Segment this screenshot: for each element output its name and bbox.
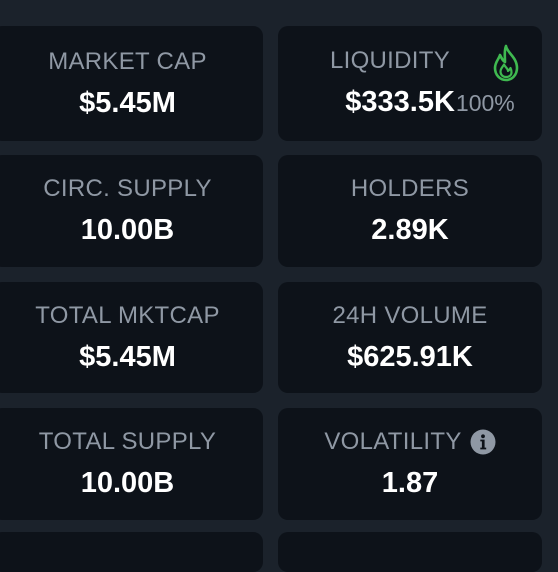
stat-card-partial <box>278 532 542 572</box>
stat-label: MARKET CAP <box>48 47 207 75</box>
stat-value: $625.91K <box>347 340 473 373</box>
stat-card-liquidity: LIQUIDITY $333.5K 100% <box>278 26 542 141</box>
stat-label-row: VOLATILITY <box>324 427 496 457</box>
token-stats-grid: MARKET CAP $5.45M LIQUIDITY $333.5K 100% … <box>0 0 558 572</box>
stat-card-market-cap: MARKET CAP $5.45M <box>0 26 263 141</box>
info-icon[interactable] <box>470 429 496 455</box>
stat-value-row: $333.5K 100% <box>345 84 514 121</box>
stat-card-volatility: VOLATILITY 1.87 <box>278 408 542 520</box>
stat-label: LIQUIDITY <box>329 47 451 74</box>
stat-value: 10.00B <box>80 214 175 246</box>
stat-label: 24H VOLUME <box>332 301 488 329</box>
stat-card-total-mktcap: TOTAL MKTCAP $5.45M <box>0 282 263 393</box>
stat-card-circ-supply: CIRC. SUPPLY 10.00B <box>0 155 263 267</box>
stat-value: 2.89K <box>371 214 449 246</box>
stat-card-24h-volume: 24H VOLUME $625.91K <box>278 282 542 393</box>
stat-value: $333.5K <box>345 86 455 118</box>
stat-card-holders: HOLDERS 2.89K <box>278 155 542 267</box>
flame-icon <box>493 44 519 82</box>
stat-value: $5.45M <box>79 340 176 373</box>
stat-value: $5.45M <box>79 86 176 119</box>
stat-label: VOLATILITY <box>324 428 462 455</box>
stat-card-partial <box>0 532 263 572</box>
stat-label: TOTAL MKTCAP <box>35 301 220 329</box>
stat-value: 10.00B <box>80 467 175 499</box>
stat-label: TOTAL SUPPLY <box>38 428 217 455</box>
stat-label: HOLDERS <box>350 175 470 202</box>
stat-label: CIRC. SUPPLY <box>43 175 212 202</box>
stat-card-total-supply: TOTAL SUPPLY 10.00B <box>0 408 263 520</box>
liquidity-percent: 100% <box>455 90 515 116</box>
stat-value: 1.87 <box>381 467 439 499</box>
